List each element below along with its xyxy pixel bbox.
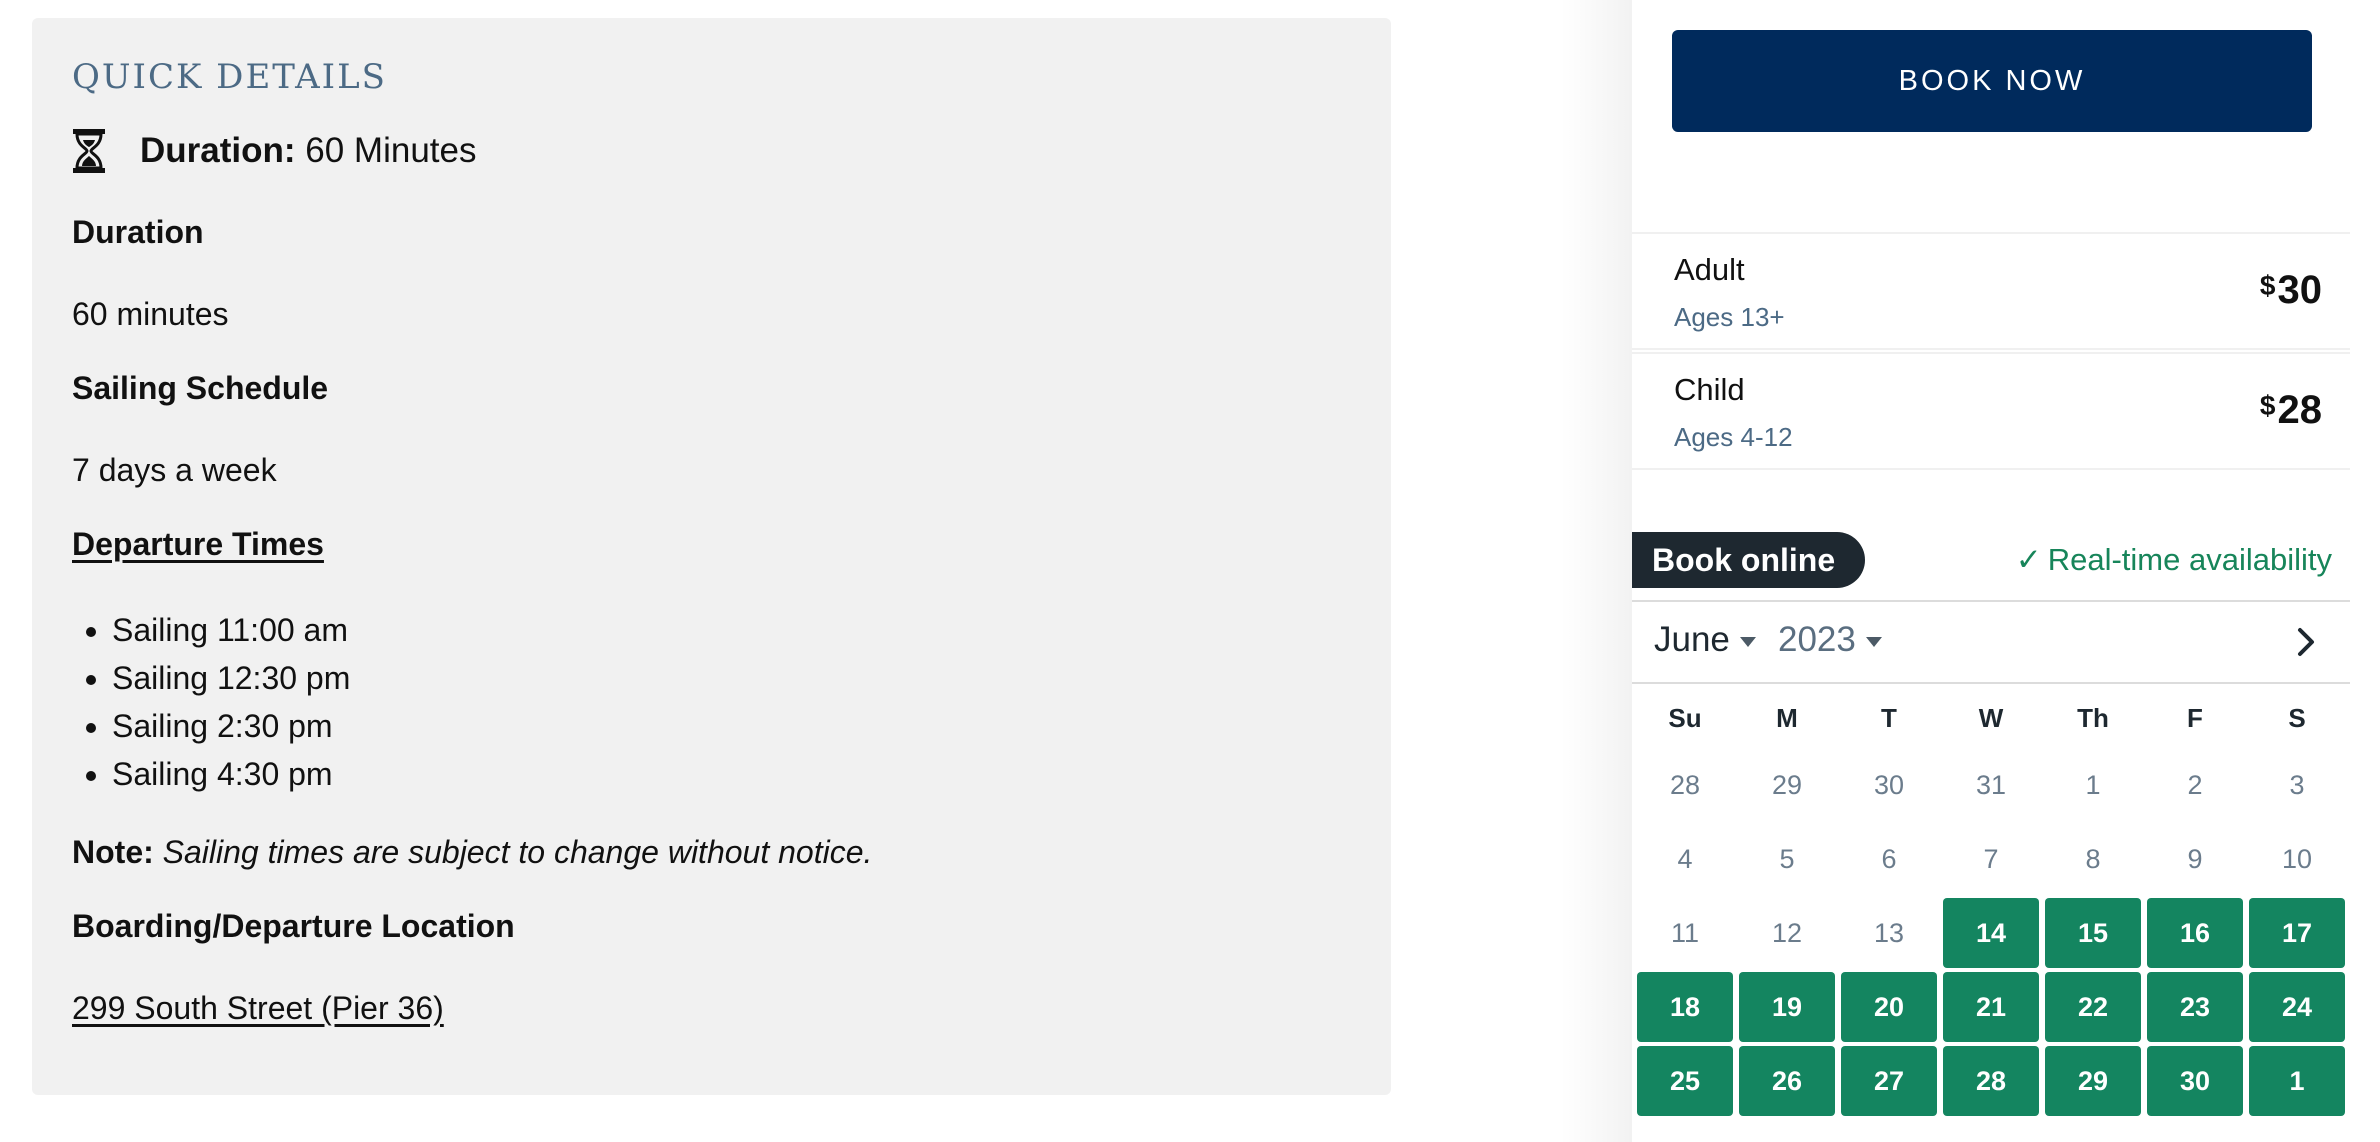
- calendar-day: 13: [1873, 917, 1905, 948]
- calendar-day: 31: [1975, 769, 2007, 800]
- departure-time-item: Sailing 12:30 pm: [112, 654, 1351, 702]
- calendar-day-available[interactable]: 16: [2147, 898, 2243, 968]
- calendar-day-available[interactable]: 23: [2147, 972, 2243, 1042]
- calendar-grid: 28 29 30 31 1 2 3 4 5 6 7 8 9 10 11 12 13 14 15 16 17 18 19 20 2…: [1634, 748, 2348, 1118]
- weekday-header-row: Su M T W Th F S: [1634, 700, 2348, 736]
- calendar-day-available[interactable]: 1: [2249, 1046, 2345, 1116]
- calendar-day: 28: [1669, 769, 1701, 800]
- checkmark-icon: ✓: [2015, 542, 2042, 577]
- realtime-availability-label: Real-time availability: [2047, 542, 2332, 577]
- weekday-label: Th: [2077, 703, 2109, 733]
- calendar-day: 30: [1873, 769, 1905, 800]
- year-select[interactable]: 2023: [1778, 620, 1882, 660]
- month-label: June: [1654, 620, 1730, 659]
- calendar-day-available[interactable]: 22: [2045, 972, 2141, 1042]
- quick-details-title: QUICK DETAILS: [72, 57, 387, 97]
- calendar-day-available[interactable]: 24: [2249, 972, 2345, 1042]
- realtime-availability: ✓ Real-time availability: [2016, 536, 2332, 584]
- caret-down-icon: [1739, 636, 1756, 647]
- panel-shadow: [1560, 0, 1632, 1142]
- price-amount: 30: [2277, 268, 2323, 312]
- calendar-day: 7: [1983, 843, 1999, 874]
- departure-times-heading: Departure Times: [72, 526, 324, 562]
- currency-symbol: $: [2259, 270, 2276, 301]
- schedule-heading: Sailing Schedule: [72, 370, 329, 406]
- departure-time-item: Sailing 4:30 pm: [112, 750, 1351, 798]
- schedule-text: 7 days a week: [72, 452, 277, 488]
- location-address-link[interactable]: 299 South Street (Pier 36): [72, 990, 444, 1026]
- calendar-day-available[interactable]: 15: [2045, 898, 2141, 968]
- quick-details-panel: QUICK DETAILS Duration: 60 Minutes Durat…: [32, 18, 1391, 1095]
- calendar-day-available[interactable]: 21: [1943, 972, 2039, 1042]
- duration-summary-value: 60 Minutes: [305, 131, 477, 170]
- weekday-label: M: [1776, 703, 1798, 733]
- calendar-day: 12: [1771, 917, 1803, 948]
- calendar-day-available[interactable]: 20: [1841, 972, 1937, 1042]
- calendar-day-available[interactable]: 29: [2045, 1046, 2141, 1116]
- calendar-day-available[interactable]: 26: [1739, 1046, 1835, 1116]
- calendar-day-available[interactable]: 19: [1739, 972, 1835, 1042]
- calendar-day: 5: [1779, 843, 1795, 874]
- chevron-right-icon: [2298, 628, 2314, 656]
- calendar-day: 9: [2187, 843, 2203, 874]
- schedule-note: Note: Sailing times are subject to chang…: [72, 832, 1351, 872]
- weekday-label: W: [1978, 703, 2004, 733]
- book-now-button[interactable]: BOOK NOW: [1672, 30, 2312, 132]
- departure-time-item: Sailing 2:30 pm: [112, 702, 1351, 750]
- calendar-day-available[interactable]: 14: [1943, 898, 2039, 968]
- calendar-day: 4: [1677, 843, 1693, 874]
- duration-summary: Duration: 60 Minutes: [72, 124, 1351, 178]
- booking-widget: BOOK NOW Adult Ages 13+ $30 Child Ages 4…: [1632, 0, 2350, 1142]
- calendar-header: June 2023: [1632, 600, 2350, 684]
- calendar-day: 2: [2187, 769, 2203, 800]
- calendar-day-available[interactable]: 27: [1841, 1046, 1937, 1116]
- calendar-day-available[interactable]: 28: [1943, 1046, 2039, 1116]
- ticket-price: $30: [2260, 268, 2322, 313]
- weekday-label: F: [2187, 703, 2203, 733]
- location-heading: Boarding/Departure Location: [72, 908, 515, 944]
- price-amount: 28: [2277, 388, 2323, 432]
- duration-summary-label: Duration:: [140, 131, 296, 170]
- weekday-label: Su: [1668, 703, 1702, 733]
- currency-symbol: $: [2259, 390, 2276, 421]
- next-month-button[interactable]: [2284, 620, 2328, 664]
- calendar-day-available[interactable]: 17: [2249, 898, 2345, 968]
- departure-times-list: Sailing 11:00 am Sailing 12:30 pm Sailin…: [72, 606, 1351, 798]
- ticket-type-label: Child: [1674, 372, 1745, 407]
- weekday-label: T: [1881, 703, 1897, 733]
- hourglass-icon: [72, 126, 110, 176]
- weekday-label: S: [2288, 703, 2306, 733]
- calendar-day-available[interactable]: 30: [2147, 1046, 2243, 1116]
- price-row-child: Child Ages 4-12 $28: [1632, 352, 2350, 470]
- calendar-day: 11: [1670, 917, 1700, 948]
- month-select[interactable]: June: [1654, 620, 1756, 660]
- calendar-day: 29: [1771, 769, 1803, 800]
- duration-text: 60 minutes: [72, 296, 229, 332]
- note-label: Note:: [72, 834, 154, 870]
- calendar-day-available[interactable]: 18: [1637, 972, 1733, 1042]
- ticket-ages-label: Ages 13+: [1674, 302, 1785, 332]
- ticket-type-label: Adult: [1674, 252, 1745, 287]
- book-online-badge: Book online: [1632, 532, 1866, 588]
- year-label: 2023: [1778, 620, 1856, 659]
- ticket-price: $28: [2260, 388, 2322, 433]
- duration-summary-text: Duration: 60 Minutes: [140, 131, 477, 171]
- ticket-ages-label: Ages 4-12: [1674, 422, 1793, 452]
- calendar-day: 6: [1881, 843, 1897, 874]
- calendar-day: 8: [2085, 843, 2101, 874]
- note-text: Sailing times are subject to change with…: [162, 834, 873, 870]
- calendar-day: 10: [2281, 843, 2313, 874]
- caret-down-icon: [1865, 636, 1882, 647]
- calendar-day: 3: [2289, 769, 2305, 800]
- price-row-adult: Adult Ages 13+ $30: [1632, 232, 2350, 350]
- duration-heading: Duration: [72, 214, 204, 250]
- calendar-day-available[interactable]: 25: [1637, 1046, 1733, 1116]
- calendar-day: 1: [2085, 769, 2101, 800]
- departure-time-item: Sailing 11:00 am: [112, 606, 1351, 654]
